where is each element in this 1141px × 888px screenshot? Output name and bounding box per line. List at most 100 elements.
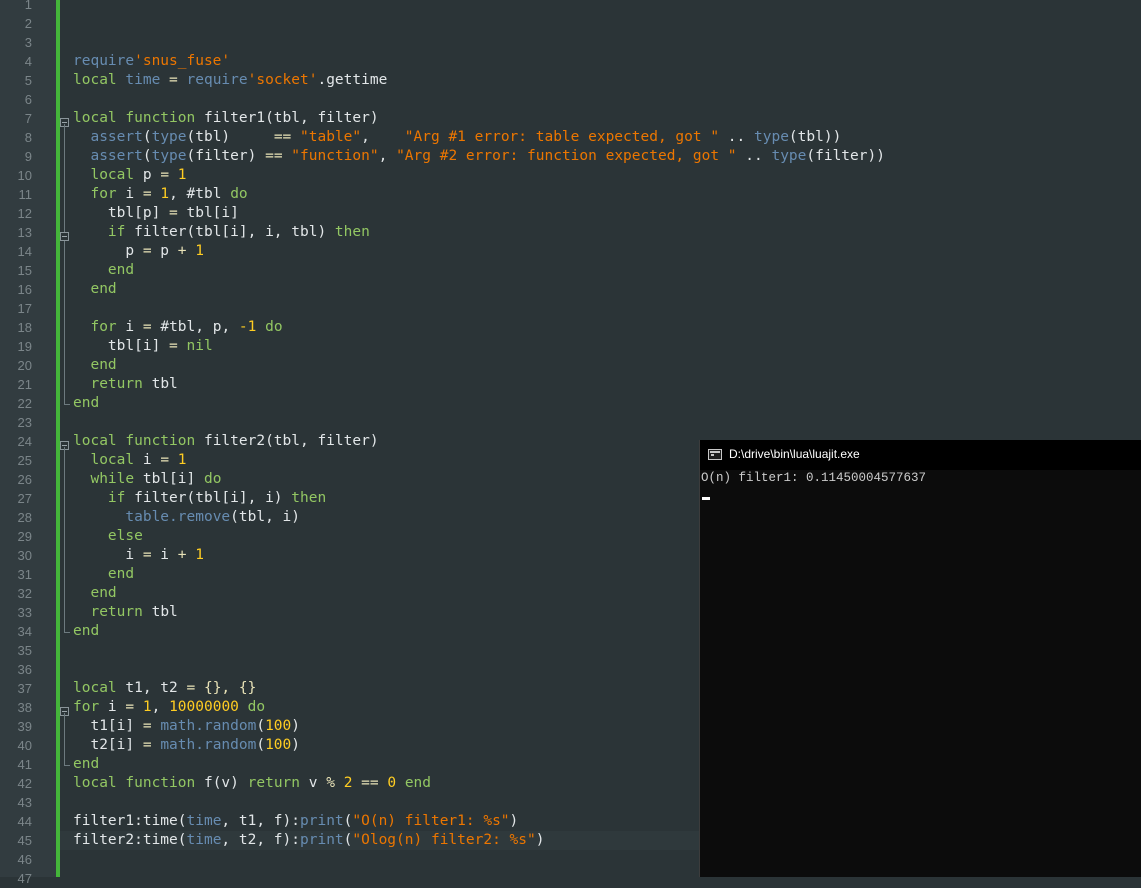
code-line[interactable]: end [73,261,134,280]
code-line[interactable]: local p = 1 [73,166,187,185]
code-line[interactable]: local time = require'socket'.gettime [73,71,387,90]
code-token: 1 [177,167,187,183]
code-token: = [125,699,135,715]
line-number: 9 [24,149,32,164]
fold-guide [64,713,65,765]
line-number: 29 [17,529,32,544]
line-number: 37 [17,681,32,696]
code-line[interactable]: t2[i] = math.random(100) [73,736,300,755]
line-number: 15 [17,263,32,278]
code-token: 100 [265,718,292,734]
code-token: == [273,129,292,145]
code-line[interactable]: i = i + 1 [73,546,204,565]
code-line[interactable]: local function filter1(tbl, filter) [73,109,379,128]
code-line[interactable]: for i = 1, 10000000 do [73,698,265,717]
code-token: for [73,699,100,715]
code-token: (tbl) [186,129,274,145]
code-token: type [151,148,187,164]
code-line[interactable]: end [73,622,99,641]
code-line[interactable]: end [73,280,116,299]
code-token: function [125,110,196,126]
line-number: 26 [17,472,32,487]
code-token: i [116,186,143,202]
code-token: = [142,319,152,335]
code-line[interactable]: if filter(tbl[i], i) then [73,489,326,508]
code-token: tbl [142,376,178,392]
code-line[interactable]: end [73,356,116,375]
line-number: 20 [17,358,32,373]
code-token: table.remove [125,509,231,525]
code-line[interactable]: local t1, t2 = {}, {} [73,679,256,698]
code-line[interactable]: p = p + 1 [73,242,204,261]
code-line[interactable]: assert(type(filter) == "function", "Arg … [73,147,885,166]
code-line[interactable]: while tbl[i] do [73,470,221,489]
code-line[interactable]: for i = #tbl, p, -1 do [73,318,282,337]
code-token: return [90,604,143,620]
code-line[interactable]: end [73,755,99,774]
code-token: "function" [291,148,379,164]
line-number: 5 [24,73,32,88]
code-token: = [169,72,178,88]
code-line[interactable]: tbl[i] = nil [73,337,213,356]
code-token: = [142,718,152,734]
code-token: function [125,433,196,449]
code-token: do [247,699,266,715]
code-line[interactable]: else [73,527,143,546]
line-number: 21 [17,377,32,392]
code-line[interactable]: local function filter2(tbl, filter) [73,432,379,451]
code-line[interactable]: return tbl [73,375,178,394]
line-number: 38 [17,700,32,715]
code-token: ) [291,718,301,734]
code-line[interactable]: filter1:time(time, t1, f):print("O(n) fi… [73,812,518,831]
line-number: 16 [17,282,32,297]
code-token: local [73,775,117,791]
code-token: time [186,832,222,848]
code-token: local [73,433,117,449]
line-number: 25 [17,453,32,468]
code-token: "table" [300,129,362,145]
code-line[interactable]: local i = 1 [73,451,186,470]
console-window[interactable]: D:\drive\bin\lua\luajit.exe O(n) filter1… [699,440,1141,877]
code-token: = [169,338,178,354]
code-token: end [73,623,100,639]
line-number: 8 [24,130,32,145]
line-number: 7 [24,111,32,126]
code-token: filter1(tbl, filter) [195,110,379,126]
code-line[interactable]: table.remove(tbl, i) [73,508,300,527]
code-token: % [326,775,335,791]
console-title-bar[interactable]: D:\drive\bin\lua\luajit.exe [700,440,1141,470]
code-line[interactable]: return tbl [73,603,177,622]
code-line[interactable]: filter2:time(time, t2, f):print("Olog(n)… [73,831,544,850]
code-token: (tbl)) [788,129,842,145]
code-line[interactable]: local function f(v) return v % 2 == 0 en… [73,774,431,793]
line-number: 4 [24,54,32,69]
code-token: end [404,775,432,791]
fold-guide [64,124,65,404]
code-line[interactable]: end [73,565,134,584]
code-line[interactable]: end [73,394,99,413]
code-token: then [334,224,370,240]
code-token: 1 [160,186,170,202]
code-line[interactable]: assert(type(tbl) == "table", "Arg #1 err… [73,128,841,147]
fold-end-marker [64,404,70,405]
fold-end-marker [64,765,70,766]
code-line[interactable]: end [73,584,116,603]
code-line[interactable]: tbl[p] = tbl[i] [73,204,239,223]
code-token: for [90,319,117,335]
code-line[interactable]: for i = 1, #tbl do [73,185,247,204]
fold-toggle-icon[interactable] [60,232,69,241]
code-token: math.random [160,718,257,734]
code-line[interactable]: if filter(tbl[i], i, tbl) then [73,223,370,242]
code-line[interactable]: t1[i] = math.random(100) [73,717,300,736]
code-token: .. [736,148,772,164]
code-line[interactable]: require'snus_fuse' [73,52,230,71]
